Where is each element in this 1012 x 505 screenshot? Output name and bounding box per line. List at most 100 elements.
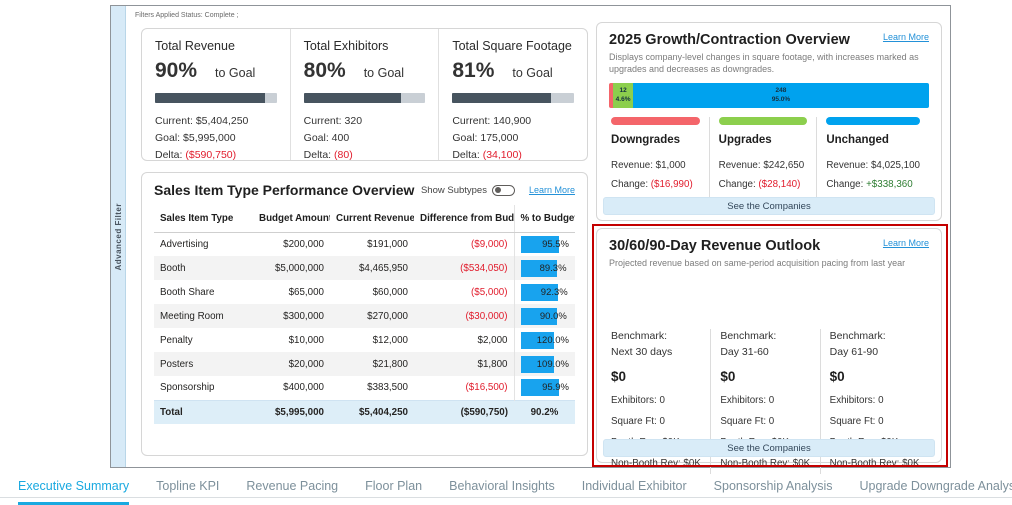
growth-contraction-panel: 2025 Growth/Contraction Overview Learn M… [596,22,942,221]
kpi-title: Total Square Footage [452,39,574,53]
growth-see-the-companies-button[interactable]: See the Companies [603,197,935,215]
square-ft-line: Square Ft: 0 [720,411,811,432]
unchanged-change: Change: +$338,360 [826,175,920,194]
outlook-panel-title: 30/60/90-Day Revenue Outlook [609,238,883,254]
outlook-learn-more-link[interactable]: Learn More [883,238,929,248]
filters-status-text: Filters Applied Status: Complete ; [135,12,239,19]
col-sales-item-type: Sales Item Type [154,205,253,232]
projected-amount: $0 [720,369,811,384]
kpi-progress-track [304,93,426,103]
table-row[interactable]: Booth Share $65,000 $60,000 ($5,000) 92.… [154,280,575,304]
kpi-current-line: Current: $5,404,250 [155,113,277,130]
upgrades-change: Change: ($28,140) [719,175,808,194]
growth-learn-more-link[interactable]: Learn More [883,32,929,42]
exhibitors-line: Exhibitors: 0 [611,390,702,411]
unchanged-color-bar [826,117,920,125]
table-row[interactable]: Booth $5,000,000 $4,465,950 ($534,050) 8… [154,256,575,280]
kpi-progress-fill [452,93,551,103]
table-row[interactable]: Sponsorship $400,000 $383,500 ($16,500) … [154,376,575,400]
exhibitors-line: Exhibitors: 0 [720,390,811,411]
benchmark-label: Benchmark:Next 30 days [611,329,702,361]
table-header-row: Sales Item Type Budget Amount Current Re… [154,205,575,232]
kpi-progress-track [452,93,574,103]
projected-amount: $0 [611,369,702,384]
kpi-delta-value: (34,100) [483,149,522,161]
exhibitors-line: Exhibitors: 0 [830,390,921,411]
kpi-card-total-square-footage: Total Square Footage 81% to Goal Current… [438,29,587,160]
kpi-card-total-exhibitors: Total Exhibitors 80% to Goal Current: 32… [290,29,439,160]
kpi-goal-line: Goal: 400 [304,130,426,147]
show-subtypes-label: Show Subtypes [421,185,487,196]
table-row[interactable]: Penalty $10,000 $12,000 $2,000 120.0% [154,328,575,352]
outlook-see-the-companies-button[interactable]: See the Companies [603,439,935,457]
report-page-tabs: Executive Summary Topline KPI Revenue Pa… [0,471,1012,505]
tab-topline-kpi[interactable]: Topline KPI [156,471,219,505]
col-difference-from-budget: Difference from Budget [414,205,514,232]
kpi-delta-value: (80) [334,149,353,161]
kpi-goal-line: Goal: 175,000 [452,130,574,147]
growth-stacked-bar: 124.6% 24895.0% [609,83,929,108]
sales-item-type-panel: Sales Item Type Performance Overview Sho… [141,172,588,456]
kpi-delta-line: Delta: ($590,750) [155,147,277,164]
kpi-percent-value: 80% [304,59,346,83]
unchanged-heading: Unchanged [826,134,920,146]
downgrades-revenue: Revenue: $1,000 [611,156,700,175]
table-row[interactable]: Meeting Room $300,000 $270,000 ($30,000)… [154,304,575,328]
report-canvas: Advanced Filter Filters Applied Status: … [110,5,951,468]
table-total-row: Total $5,995,000 $5,404,250 ($590,750) 9… [154,400,575,424]
kpi-delta-line: Delta: (80) [304,147,426,164]
table-row[interactable]: Advertising $200,000 $191,000 ($9,000) 9… [154,232,575,256]
benchmark-label: Benchmark:Day 61-90 [830,329,921,361]
tab-sponsorship-analysis[interactable]: Sponsorship Analysis [714,471,833,505]
toggle-knob [495,187,501,193]
sales-table-title: Sales Item Type Performance Overview [154,182,421,198]
kpi-percent-value: 90% [155,59,197,83]
sales-table: Sales Item Type Budget Amount Current Re… [154,205,575,424]
upgrades-revenue: Revenue: $242,650 [719,156,808,175]
stacked-segment-unchanged[interactable]: 24895.0% [633,83,929,108]
growth-panel-subtitle: Displays company-level changes in square… [609,51,929,75]
tab-upgrade-downgrade-analysis[interactable]: Upgrade Downgrade Analysis [859,471,1012,505]
table-row[interactable]: Posters $20,000 $21,800 $1,800 109.0% [154,352,575,376]
square-ft-line: Square Ft: 0 [830,411,921,432]
col-pct-to-budgeted-goal: % to Budgeted Goal [514,205,575,232]
col-budget-amount: Budget Amount [253,205,330,232]
kpi-current-line: Current: 140,900 [452,113,574,130]
kpi-progress-track [155,93,277,103]
growth-panel-title: 2025 Growth/Contraction Overview [609,32,883,48]
kpi-card-total-revenue: Total Revenue 90% to Goal Current: $5,40… [142,29,290,160]
kpi-progress-fill [304,93,401,103]
advanced-filter-expander[interactable]: Advanced Filter [111,6,126,467]
revenue-outlook-panel: 30/60/90-Day Revenue Outlook Learn More … [596,228,942,463]
tab-individual-exhibitor[interactable]: Individual Exhibitor [582,471,687,505]
downgrades-heading: Downgrades [611,134,700,146]
col-current-revenue: Current Revenue [330,205,414,232]
advanced-filter-label: Advanced Filter [114,203,123,271]
tab-behavioral-insights[interactable]: Behavioral Insights [449,471,555,505]
show-subtypes-toggle[interactable] [492,185,515,196]
kpi-progress-fill [155,93,265,103]
kpi-delta-value: ($590,750) [185,149,236,161]
unchanged-revenue: Revenue: $4,025,100 [826,156,920,175]
kpi-cards-panel: Total Revenue 90% to Goal Current: $5,40… [141,28,588,161]
kpi-current-line: Current: 320 [304,113,426,130]
dashboard-page: Advanced Filter Filters Applied Status: … [0,0,1012,505]
kpi-title: Total Revenue [155,39,277,53]
kpi-goal-line: Goal: $5,995,000 [155,130,277,147]
kpi-title: Total Exhibitors [304,39,426,53]
sales-table-learn-more-link[interactable]: Learn More [529,185,575,195]
stacked-segment-upgrades[interactable]: 124.6% [613,83,633,108]
tab-revenue-pacing[interactable]: Revenue Pacing [246,471,338,505]
kpi-percent-suffix: to Goal [512,66,552,80]
upgrades-color-bar [719,117,808,125]
square-ft-line: Square Ft: 0 [611,411,702,432]
tab-executive-summary[interactable]: Executive Summary [18,471,129,505]
projected-amount: $0 [830,369,921,384]
kpi-percent-suffix: to Goal [215,66,255,80]
benchmark-label: Benchmark:Day 31-60 [720,329,811,361]
downgrades-change: Change: ($16,990) [611,175,700,194]
outlook-panel-subtitle: Projected revenue based on same-period a… [609,257,929,269]
kpi-percent-suffix: to Goal [364,66,404,80]
tab-floor-plan[interactable]: Floor Plan [365,471,422,505]
upgrades-heading: Upgrades [719,134,808,146]
